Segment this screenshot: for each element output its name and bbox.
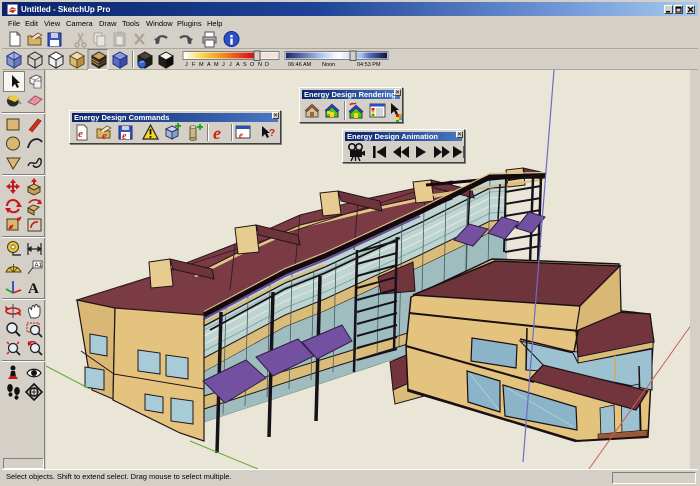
svg-text:O: O	[250, 62, 255, 68]
svg-text:A: A	[236, 62, 240, 68]
svg-text:e: e	[102, 130, 107, 142]
svg-text:06:46 AM: 06:46 AM	[288, 62, 312, 68]
svg-text:04:53 PM: 04:53 PM	[357, 62, 381, 68]
svg-text:M: M	[199, 62, 204, 68]
svg-text:S: S	[243, 62, 247, 68]
svg-text:J: J	[229, 62, 232, 68]
svg-text:F: F	[192, 62, 196, 68]
svg-text:N: N	[258, 62, 262, 68]
svg-text:J: J	[222, 62, 225, 68]
svg-text:J: J	[185, 62, 188, 68]
svg-text:e: e	[239, 130, 243, 140]
svg-text:Noon: Noon	[322, 62, 335, 68]
svg-text:e: e	[213, 123, 221, 143]
svg-text:A: A	[207, 62, 211, 68]
svg-text:?: ?	[269, 128, 275, 139]
svg-text:A: A	[28, 281, 39, 297]
svg-text:M: M	[214, 62, 219, 68]
svg-text:e: e	[78, 128, 83, 140]
svg-text:e: e	[122, 131, 127, 142]
svg-text:A1: A1	[35, 263, 43, 269]
svg-text:D: D	[265, 62, 269, 68]
